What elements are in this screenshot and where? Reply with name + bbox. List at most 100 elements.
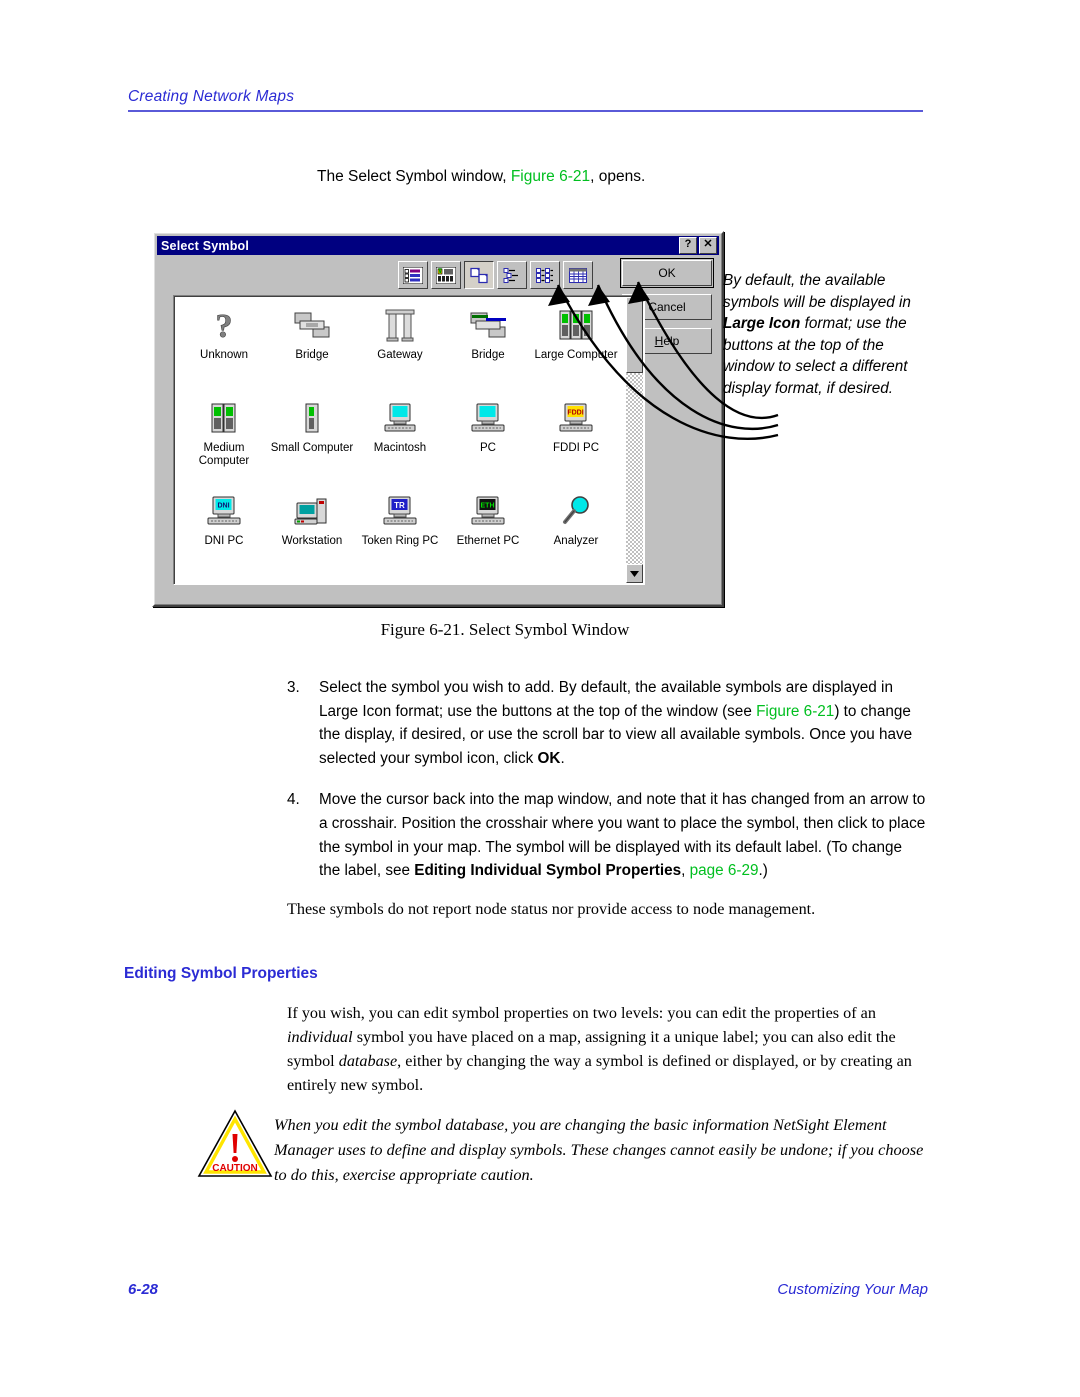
large-computer-symbol-icon [554,305,598,347]
step-number: 4. [287,791,300,809]
symbol-label: Unknown [200,349,248,361]
view-tree-icon[interactable] [497,261,527,289]
figure-xref-link[interactable]: Figure 6-21 [756,703,834,720]
chapter-title: Creating Network Maps [128,88,295,105]
symbol-item[interactable]: Medium Computer [180,395,268,488]
view-list-colored-icon[interactable] [398,261,428,289]
step-4: 4. Move the cursor back into the map win… [287,788,927,882]
symbol-item[interactable]: Bridge [444,302,532,395]
scroll-down-arrow-icon[interactable] [626,564,643,583]
symbol-label: FDDI PC [553,442,599,454]
ok-button[interactable]: OK [620,258,714,288]
caution-block: CAUTION When you edit the symbol databas… [196,1108,926,1187]
dialog-titlebar: Select Symbol ? ✕ [157,236,719,255]
view-small-icons-icon[interactable] [530,261,560,289]
symbol-label: PC [480,442,496,454]
step-number: 3. [287,679,300,696]
symbol-label: Workstation [281,535,343,547]
help-icon[interactable]: ? [679,237,697,254]
symbol-item[interactable]: Bridge [268,302,356,395]
symbol-list-panel[interactable]: ? Unknown Bridge Gateway Bridge Large Co… [173,295,645,585]
svg-text:ETH: ETH [481,503,495,510]
dni-pc-symbol-icon: DNI [202,491,246,533]
ok-emphasis: OK [537,749,561,767]
view-details-icon[interactable] [563,261,593,289]
page-header: Creating Network Maps [128,88,928,112]
step-text: , [681,862,690,880]
question-symbol-icon: ? [202,305,246,347]
symbol-item[interactable]: Router [180,581,268,585]
step-body: Move the cursor back into the map window… [319,788,927,882]
step-text: .) [758,862,768,880]
symbol-label: Bridge [471,349,505,361]
section-heading: Editing Symbol Properties [124,965,318,982]
symbol-item[interactable]: Terminal S [356,581,444,585]
select-symbol-dialog: Select Symbol ? ✕ OK Cancel H elp ? Unkn… [152,231,724,607]
ethernet-pc-symbol-icon: ETH [466,491,510,533]
symbol-label: Macintosh [373,442,427,454]
symbol-item[interactable]: ETH Ethernet PC [444,488,532,581]
intro-sentence: The Select Symbol window, Figure 6-21, o… [317,168,645,186]
symbol-icon-grid: ? Unknown Bridge Gateway Bridge Large Co… [180,302,620,585]
symbol-item[interactable]: Large Computer [532,302,620,395]
symbol-item[interactable]: Analyzer [532,488,620,581]
note-part1: By default, the available symbols will b… [723,272,911,311]
view-thumbnails-icon[interactable] [431,261,461,289]
close-icon[interactable]: ✕ [699,237,717,254]
switch-symbol-icon [466,584,510,585]
intro-before: The Select Symbol window, [317,168,511,185]
para-i2: database [338,1052,398,1070]
svg-text:DNI: DNI [217,503,229,510]
callout-note: By default, the available symbols will b… [723,270,928,399]
symbol-item[interactable]: ? Unknown [180,302,268,395]
bridge-colored-symbol-icon [466,305,510,347]
figure-xref-link[interactable]: Figure 6-21 [511,168,590,185]
token-ring-pc-symbol-icon: TR [378,491,422,533]
symbol-label: Ethernet PC [456,535,520,547]
step-3: 3. Select the symbol you wish to add. By… [287,676,927,770]
symbols-note-paragraph: These symbols do not report node status … [287,900,816,918]
pc-symbol-icon [466,398,510,440]
symbol-item[interactable]: Macintosh [356,395,444,488]
symbol-item[interactable]: PBX [268,581,356,584]
editing-paragraph: If you wish, you can edit symbol propert… [287,1001,927,1097]
bridge-symbol-icon [290,305,334,347]
symbol-label: Bridge [295,349,329,361]
footer-section-name: Customizing Your Map [777,1281,928,1298]
small-computer-symbol-icon [290,398,334,440]
page-xref-link[interactable]: page 6-29 [690,862,759,879]
symbol-item[interactable]: Workstation [268,488,356,581]
symbol-label: Small Computer [270,442,354,454]
svg-text:TR: TR [394,501,405,510]
workstation-symbol-icon [290,491,334,533]
symbol-label: DNI PC [204,535,244,547]
note-bold: Large Icon [723,315,801,332]
terminal-server-symbol-icon [378,584,422,585]
macintosh-symbol-icon [378,398,422,440]
intro-after: , opens. [590,168,646,185]
svg-text:FDDI: FDDI [567,410,583,417]
symbol-item[interactable]: Gateway [356,302,444,395]
symbol-item[interactable]: FDDI FDDI PC [532,395,620,488]
symbol-label: Token Ring PC [361,535,439,547]
step-text: . [560,749,565,767]
page-number: 6-28 [128,1281,159,1298]
symbol-label: Medium Computer [198,442,250,467]
gateway-symbol-icon [378,305,422,347]
symbol-item[interactable]: Cayman [532,581,620,585]
step-body: Select the symbol you wish to add. By de… [319,676,927,770]
symbol-item[interactable]: TR Token Ring PC [356,488,444,581]
view-toolbar [398,261,593,289]
scrollbar-thumb[interactable] [626,297,643,373]
cayman-symbol-icon [554,584,598,585]
symbol-item[interactable]: Switch [444,581,532,585]
view-large-icons-icon[interactable] [464,261,494,289]
fddi-pc-symbol-icon: FDDI [554,398,598,440]
symbol-item[interactable]: DNI DNI PC [180,488,268,581]
symbol-item[interactable]: PC [444,395,532,488]
router-symbol-icon [202,584,246,585]
symbol-item[interactable]: Small Computer [268,395,356,488]
titlebar-button-group: ? ✕ [679,237,717,254]
vertical-scrollbar[interactable] [626,297,643,583]
medium-computer-symbol-icon [202,398,246,440]
